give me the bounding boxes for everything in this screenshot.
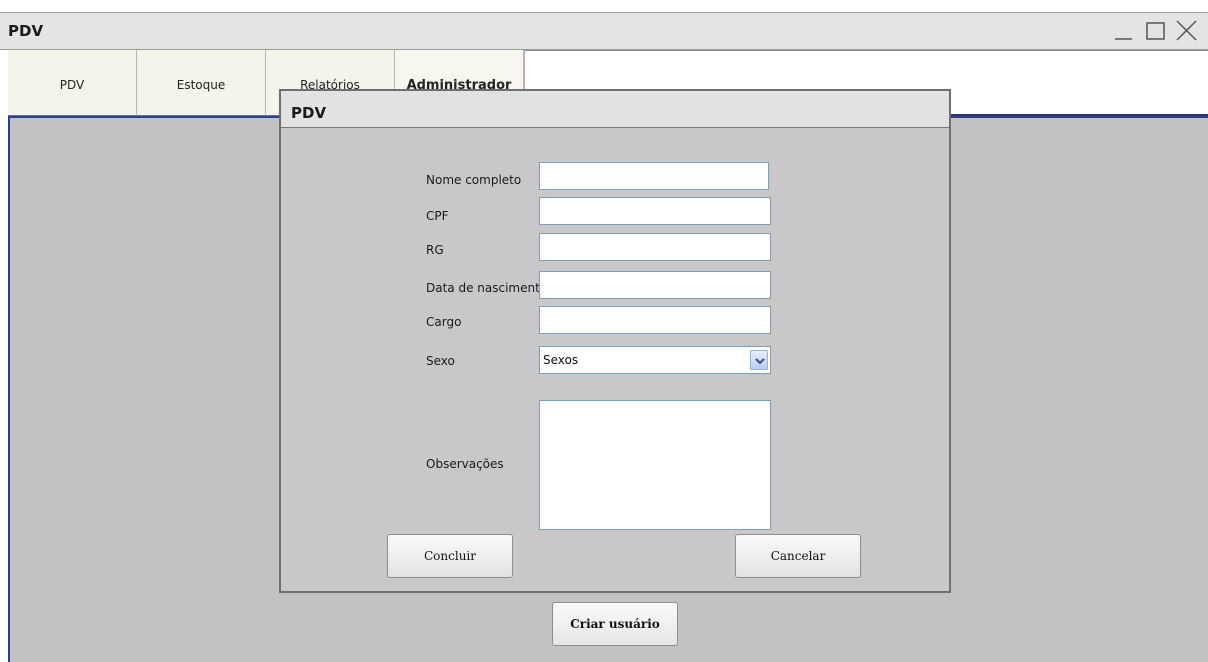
notes-label: Observações <box>426 457 504 471</box>
cancel-button[interactable]: Cancelar <box>735 534 861 578</box>
dialog-title: PDV <box>291 104 327 122</box>
chevron-down-icon[interactable] <box>750 350 768 370</box>
cpf-label: CPF <box>426 209 449 223</box>
birth-date-field[interactable] <box>539 271 771 299</box>
minimize-icon[interactable] <box>1110 17 1138 45</box>
maximize-icon[interactable] <box>1142 17 1170 45</box>
app-title: PDV <box>8 22 44 40</box>
title-bar: PDV <box>0 12 1208 50</box>
dialog-title-bar: PDV <box>281 91 949 128</box>
birth-date-label: Data de nascimento <box>426 281 548 295</box>
create-user-button[interactable]: Criar usuário <box>552 602 678 646</box>
sex-select[interactable]: Sexos <box>539 346 771 374</box>
sex-label: Sexo <box>426 354 455 368</box>
role-field[interactable] <box>539 306 771 334</box>
tab-pdv[interactable]: PDV <box>8 50 137 116</box>
rg-field[interactable] <box>539 233 771 261</box>
notes-textarea[interactable] <box>539 400 771 530</box>
tab-estoque[interactable]: Estoque <box>137 50 266 116</box>
user-dialog: PDV Nome completo CPF RG Data de nascime… <box>279 89 951 593</box>
confirm-button[interactable]: Concluir <box>387 534 513 578</box>
sex-select-value: Sexos <box>543 353 579 367</box>
cpf-field[interactable] <box>539 197 771 225</box>
window-controls <box>1110 17 1202 47</box>
full-name-label: Nome completo <box>426 173 522 187</box>
role-label: Cargo <box>426 315 462 329</box>
rg-label: RG <box>426 243 444 257</box>
full-name-field[interactable] <box>539 162 769 190</box>
close-icon[interactable] <box>1172 17 1200 45</box>
